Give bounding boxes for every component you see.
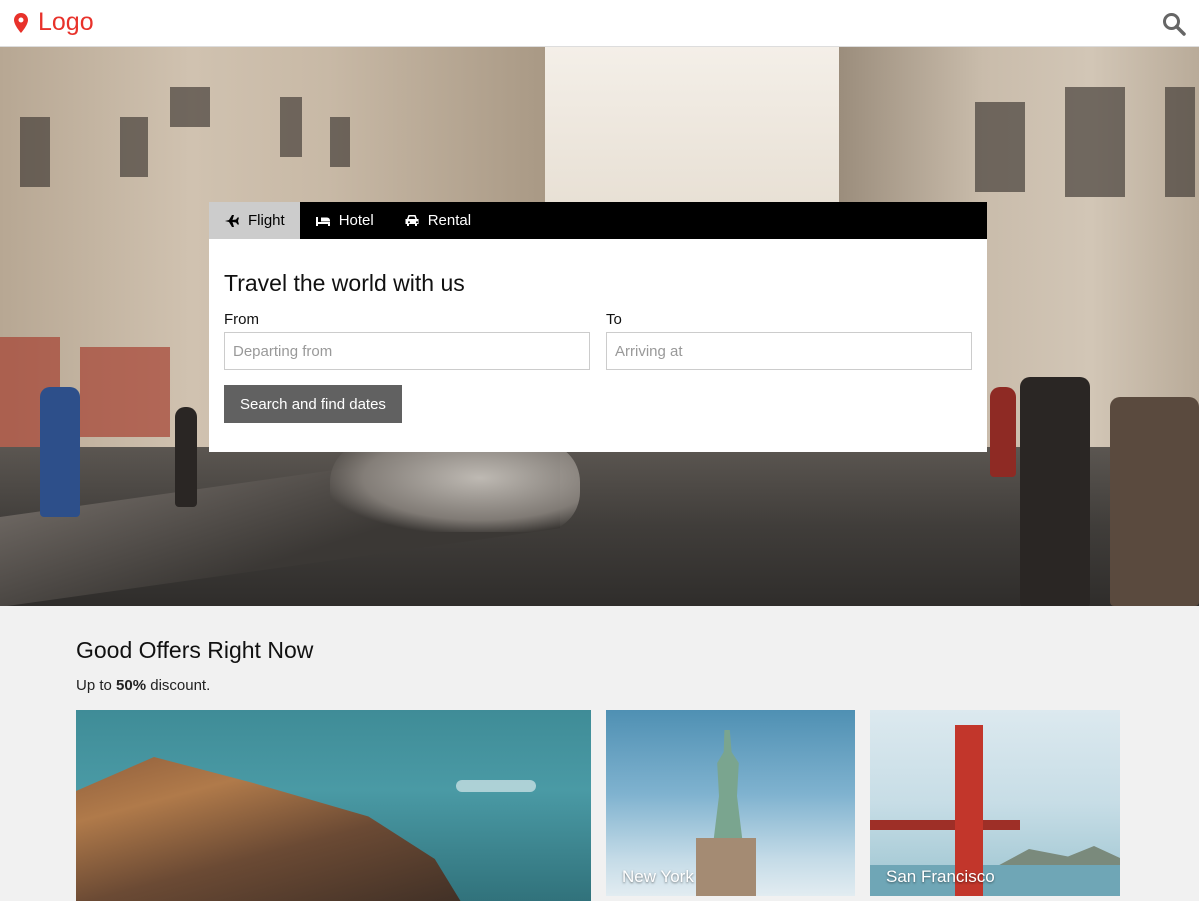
hero-car: [330, 442, 580, 532]
logo-text: Logo: [38, 8, 94, 36]
tile-label: New York: [622, 867, 694, 886]
tile-cloud: [456, 780, 536, 792]
offer-tile-coastal-town[interactable]: [76, 710, 591, 901]
offers-section: Good Offers Right Now Up to 50% discount…: [76, 606, 1120, 901]
offer-tile-san-francisco[interactable]: San Francisco: [870, 710, 1120, 896]
tile-bridge-deck-image: [870, 820, 1020, 830]
hero-window: [120, 117, 148, 177]
search-icon[interactable]: [1161, 11, 1187, 37]
hero-window: [170, 87, 210, 127]
discount-value: 50%: [116, 677, 147, 694]
hero-pedestrian: [1020, 377, 1090, 606]
tile-town-image: [76, 757, 466, 901]
plane-icon: [225, 214, 239, 227]
search-tabs: Flight Hotel Rental: [209, 202, 987, 239]
search-fields: From To: [224, 311, 972, 370]
car-icon: [405, 214, 419, 226]
offers-heading: Good Offers Right Now: [76, 637, 314, 663]
search-card: Flight Hotel Rental Travel the world wit…: [209, 202, 987, 452]
hero-sky: [540, 47, 860, 217]
tab-flight[interactable]: Flight: [209, 202, 300, 239]
tile-pedestal-image: [696, 838, 756, 896]
tab-label: Hotel: [338, 212, 374, 229]
hero-pedestrian: [990, 387, 1016, 477]
offers-subtitle-suffix: discount.: [146, 677, 211, 694]
tile-label: San Francisco: [886, 867, 995, 886]
search-form: Travel the world with us From To Search …: [209, 270, 987, 423]
hero-shopfront: [80, 347, 170, 437]
hero-window: [1065, 87, 1125, 197]
logo-link[interactable]: Logo: [14, 8, 94, 37]
to-label: To: [606, 311, 622, 328]
offers-subtitle-prefix: Up to: [76, 677, 117, 694]
hero-pedestrian: [1110, 397, 1199, 606]
tile-statue-image: [713, 730, 743, 840]
from-label: From: [224, 311, 259, 328]
hero-pedestrian: [40, 387, 80, 517]
hero-window: [330, 117, 350, 167]
top-bar: Logo: [0, 0, 1199, 47]
hero-pedestrian: [175, 407, 197, 507]
search-dates-button[interactable]: Search and find dates: [224, 385, 402, 423]
to-input[interactable]: [606, 332, 972, 370]
offers-subtitle: Up to 50% discount.: [76, 677, 1120, 694]
to-field-group: To: [606, 311, 972, 370]
tab-label: Flight: [248, 212, 285, 229]
search-title: Travel the world with us: [224, 270, 465, 296]
from-field-group: From: [224, 311, 590, 370]
offer-tile-new-york[interactable]: New York: [606, 710, 855, 896]
tab-label: Rental: [427, 212, 472, 229]
hero-window: [20, 117, 50, 187]
tab-rental[interactable]: Rental: [389, 202, 486, 239]
hero-window: [1165, 87, 1195, 197]
hero-window: [975, 102, 1025, 192]
from-input[interactable]: [224, 332, 590, 370]
hero-window: [280, 97, 302, 157]
tab-hotel[interactable]: Hotel: [300, 202, 389, 239]
map-marker-icon: [14, 12, 28, 33]
bed-icon: [315, 216, 330, 226]
